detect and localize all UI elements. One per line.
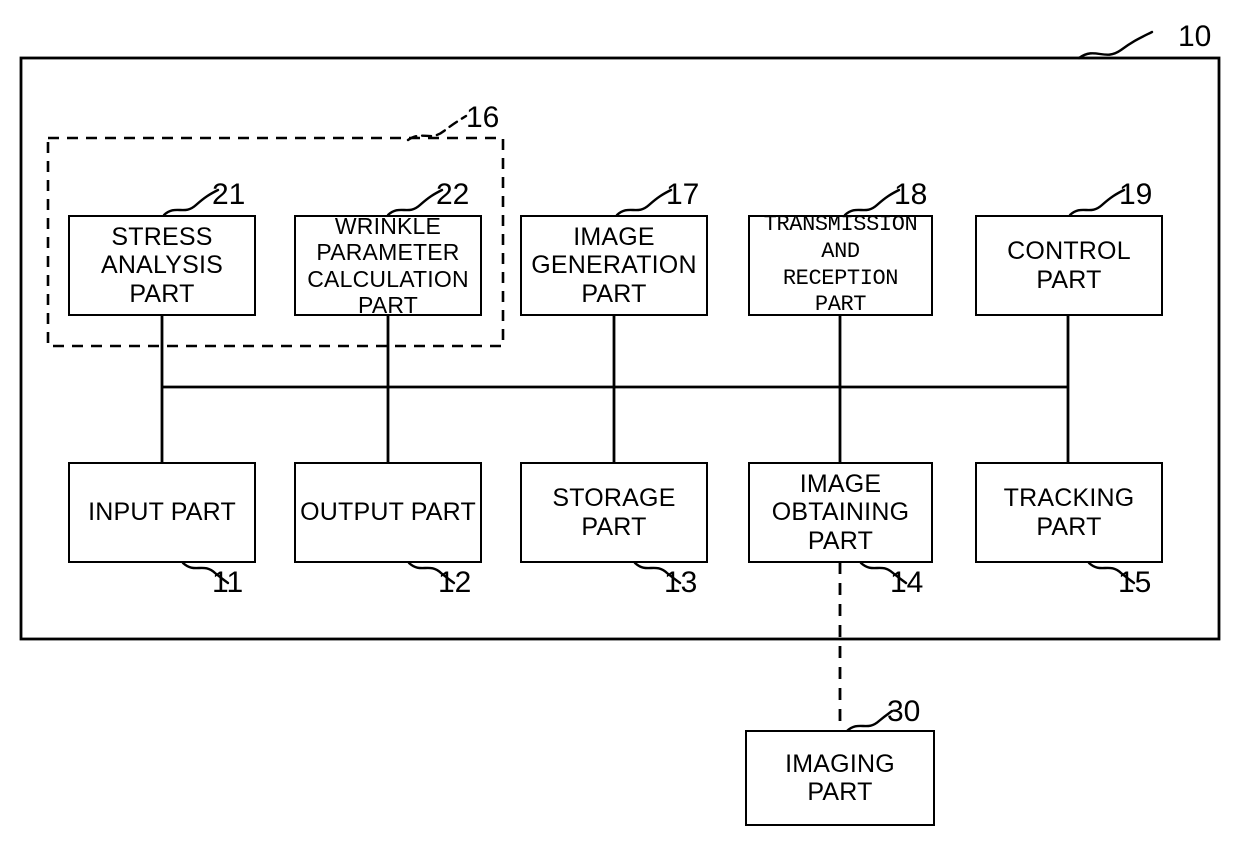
reference-numeral-18: 18 — [894, 178, 928, 211]
reference-numeral-10: 10 — [1178, 20, 1212, 53]
leader-line-16 — [406, 114, 468, 142]
reference-numeral-30: 30 — [887, 695, 921, 728]
block-label-tracking-part: TRACKING PART — [1003, 484, 1135, 541]
block-label-wrinkle-parameter-calculation-part: WRINKLE PARAMETER CALCULATION PART — [307, 213, 469, 318]
block-imaging-part[interactable]: IMAGING PART — [745, 730, 935, 826]
block-output-part[interactable]: OUTPUT PART — [294, 462, 482, 563]
block-label-transmission-and-reception-part: TRANSMISSION AND RECEPTION PART — [763, 211, 918, 318]
block-image-generation-part[interactable]: IMAGE GENERATION PART — [520, 215, 708, 316]
block-label-input-part: INPUT PART — [88, 498, 236, 527]
leader-line-10 — [1077, 30, 1154, 60]
block-label-image-generation-part: IMAGE GENERATION PART — [531, 222, 697, 308]
reference-numeral-12: 12 — [438, 566, 472, 599]
leader-line-17 — [615, 188, 673, 217]
diagram-lines — [19, 30, 1221, 733]
block-transmission-and-reception-part[interactable]: TRANSMISSION AND RECEPTION PART — [748, 211, 933, 318]
block-label-control-part: CONTROL PART — [1007, 237, 1131, 294]
reference-numeral-13: 13 — [664, 566, 698, 599]
block-tracking-part[interactable]: TRACKING PART — [975, 462, 1163, 563]
figure-canvas: STRESS ANALYSIS PART WRINKLE PARAMETER C… — [0, 0, 1240, 847]
reference-numeral-16: 16 — [466, 101, 500, 134]
reference-numeral-15: 15 — [1118, 566, 1152, 599]
block-input-part[interactable]: INPUT PART — [68, 462, 256, 563]
block-label-output-part: OUTPUT PART — [300, 498, 476, 527]
block-control-part[interactable]: CONTROL PART — [975, 215, 1163, 316]
block-image-obtaining-part[interactable]: IMAGE OBTAINING PART — [748, 462, 933, 563]
block-label-imaging-part: IMAGING PART — [785, 749, 895, 807]
reference-numeral-19: 19 — [1119, 178, 1153, 211]
reference-numeral-14: 14 — [890, 566, 924, 599]
block-label-stress-analysis-part: STRESS ANALYSIS PART — [100, 222, 224, 308]
reference-numeral-11: 11 — [212, 566, 244, 599]
leader-line-21 — [162, 188, 220, 217]
leader-line-22 — [386, 188, 444, 217]
reference-numeral-22: 22 — [436, 178, 470, 211]
block-label-storage-part: STORAGE PART — [552, 484, 676, 541]
reference-numeral-17: 17 — [666, 178, 700, 211]
block-stress-analysis-part[interactable]: STRESS ANALYSIS PART — [68, 215, 256, 316]
reference-numeral-21: 21 — [212, 178, 246, 211]
leader-line-19 — [1068, 188, 1126, 217]
block-wrinkle-parameter-calculation-part[interactable]: WRINKLE PARAMETER CALCULATION PART — [294, 213, 482, 318]
block-storage-part[interactable]: STORAGE PART — [520, 462, 708, 563]
block-label-image-obtaining-part: IMAGE OBTAINING PART — [771, 469, 910, 555]
leader-line-30 — [845, 709, 894, 733]
